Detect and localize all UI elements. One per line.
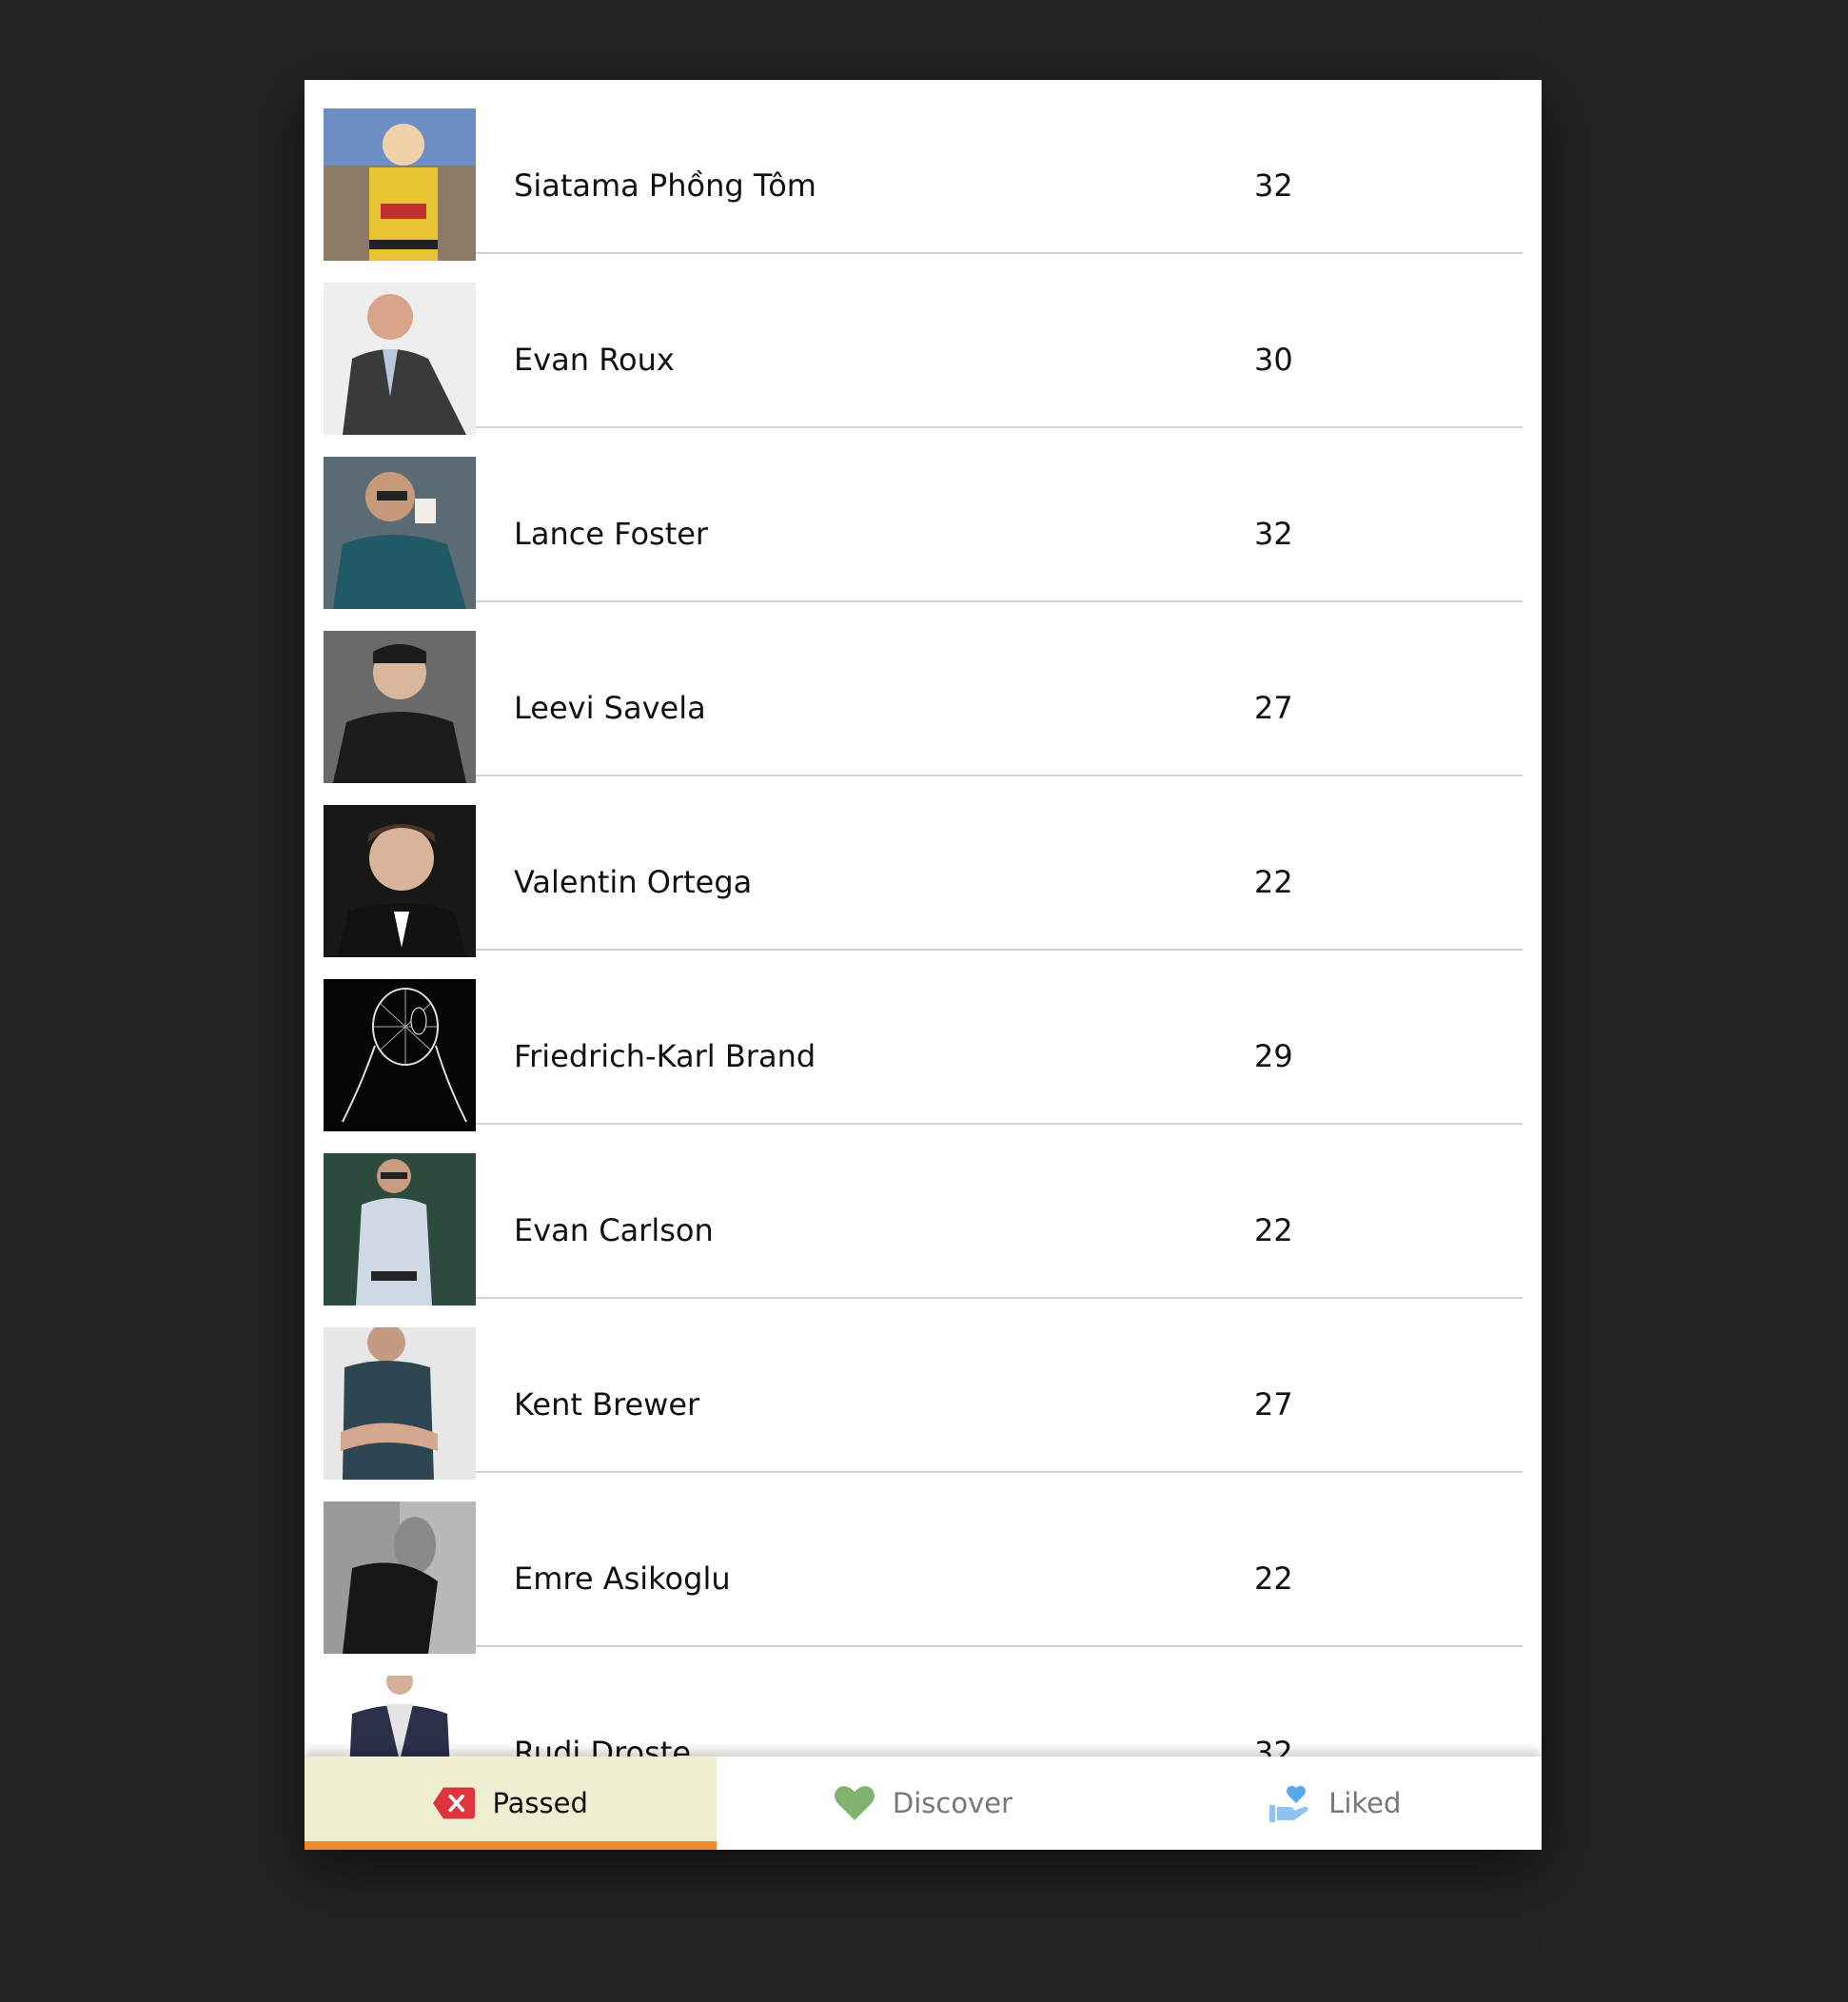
contact-name: Evan Roux — [514, 342, 675, 378]
contact-name: Emre Asikoglu — [514, 1560, 731, 1597]
contact-age: 27 — [1254, 1386, 1293, 1423]
avatar — [324, 979, 476, 1131]
contact-age: 32 — [1254, 1735, 1293, 1757]
contact-name: Siatama Phồng Tôm — [514, 167, 816, 204]
avatar — [324, 1153, 476, 1305]
contact-age: 22 — [1254, 1560, 1293, 1597]
list-item[interactable]: Friedrich-Karl Brand 29 — [324, 951, 1523, 1131]
avatar — [324, 283, 476, 435]
contact-age: 32 — [1254, 167, 1293, 204]
avatar — [324, 631, 476, 783]
tab-discover[interactable]: Discover — [717, 1757, 1129, 1850]
contact-age: 22 — [1254, 1212, 1293, 1248]
contact-name: Valentin Ortega — [514, 864, 753, 900]
tab-label: Passed — [492, 1787, 588, 1819]
list-item[interactable]: Valentin Ortega 22 — [324, 776, 1523, 957]
contact-name: Lance Foster — [514, 516, 709, 552]
list-item[interactable]: Kent Brewer 27 — [324, 1299, 1523, 1480]
contact-name: Friedrich-Karl Brand — [514, 1038, 816, 1074]
bottom-tab-bar: Passed Discover Liked — [305, 1757, 1542, 1850]
contact-name: Rudi Droste — [514, 1735, 692, 1757]
list-item[interactable]: Emre Asikoglu 22 — [324, 1473, 1523, 1654]
close-icon — [433, 1787, 476, 1819]
avatar — [324, 1327, 476, 1480]
contact-list[interactable]: Siatama Phồng Tôm 32 Evan Roux 30 Lance … — [324, 80, 1523, 1757]
contact-age: 29 — [1254, 1038, 1293, 1074]
tab-passed[interactable]: Passed — [305, 1757, 718, 1850]
heart-icon — [834, 1786, 875, 1820]
avatar — [324, 1502, 476, 1654]
heart-hand-icon — [1269, 1785, 1308, 1822]
app-window: Siatama Phồng Tôm 32 Evan Roux 30 Lance … — [305, 80, 1542, 1850]
contact-name: Evan Carlson — [514, 1212, 714, 1248]
list-item[interactable]: Evan Roux 30 — [324, 254, 1523, 435]
list-item[interactable]: Rudi Droste 32 — [324, 1647, 1523, 1757]
avatar — [324, 457, 476, 609]
contact-age: 22 — [1254, 864, 1293, 900]
tab-liked[interactable]: Liked — [1130, 1757, 1542, 1850]
avatar — [324, 805, 476, 957]
avatar — [324, 1676, 476, 1757]
contact-age: 27 — [1254, 690, 1293, 726]
list-item[interactable]: Evan Carlson 22 — [324, 1125, 1523, 1305]
contact-name: Leevi Savela — [514, 690, 706, 726]
contact-name: Kent Brewer — [514, 1386, 700, 1423]
tab-label: Discover — [892, 1787, 1013, 1819]
tab-label: Liked — [1328, 1787, 1402, 1819]
contact-age: 30 — [1254, 342, 1293, 378]
avatar — [324, 108, 476, 261]
list-item[interactable]: Leevi Savela 27 — [324, 602, 1523, 783]
contact-age: 32 — [1254, 516, 1293, 552]
list-item[interactable]: Siatama Phồng Tôm 32 — [324, 80, 1523, 261]
list-item[interactable]: Lance Foster 32 — [324, 428, 1523, 609]
